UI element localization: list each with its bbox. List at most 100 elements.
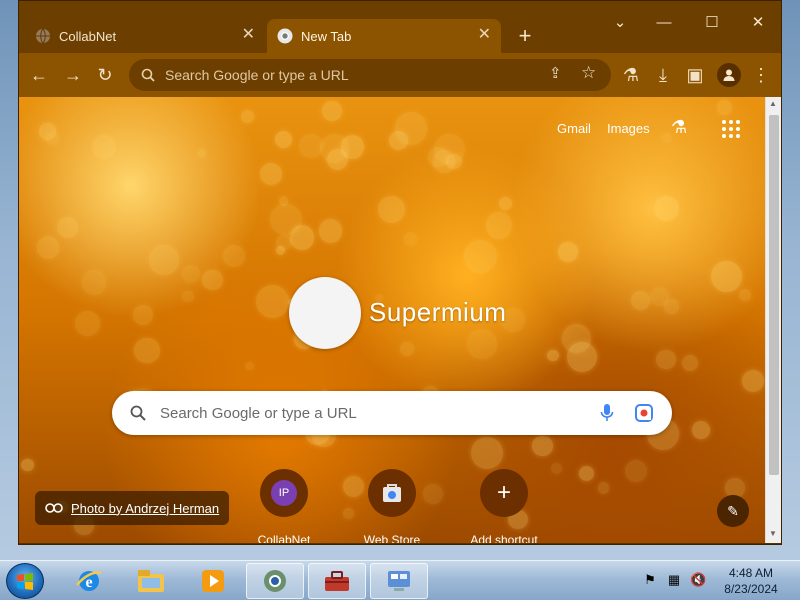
menu-icon[interactable]: ⋮: [749, 63, 773, 87]
lens-icon[interactable]: [634, 403, 654, 428]
globe-icon: [35, 28, 51, 44]
close-window-button[interactable]: ✕: [743, 11, 773, 35]
bokeh-spot: [299, 134, 324, 159]
search-icon: [130, 405, 146, 421]
bokeh-spot: [82, 270, 107, 295]
customize-pencil-icon[interactable]: ✎: [717, 495, 749, 527]
bokeh-spot: [433, 150, 456, 173]
logo-text: Supermium: [369, 297, 507, 327]
shortcut-label: CollabNet: [257, 533, 311, 543]
bokeh-spot: [741, 370, 764, 393]
link-icon: [45, 503, 63, 513]
volume-muted-icon[interactable]: 🔇: [690, 572, 706, 588]
flag-icon[interactable]: ⚑: [642, 572, 658, 588]
close-tab-icon[interactable]: ✕: [242, 27, 255, 43]
windows-logo-icon: [17, 573, 33, 590]
labs-icon[interactable]: ⚗: [671, 117, 687, 138]
bookmark-star-icon[interactable]: ☆: [581, 63, 596, 83]
tab-title: New Tab: [301, 28, 352, 44]
images-link[interactable]: Images: [607, 121, 650, 136]
omnibox[interactable]: ⇪ ☆: [129, 59, 611, 91]
bokeh-spot: [681, 354, 698, 371]
bokeh-spot: [578, 466, 594, 482]
bokeh-spot: [318, 219, 343, 243]
chrome-icon: [277, 28, 293, 44]
bokeh-spot: [36, 236, 59, 259]
bokeh-spot: [378, 195, 406, 223]
search-input[interactable]: [160, 404, 580, 422]
bokeh-spot: [289, 225, 314, 250]
forward-icon[interactable]: →: [61, 63, 85, 87]
bokeh-spot: [711, 261, 743, 293]
scroll-up-arrow-icon[interactable]: ▲: [769, 99, 777, 108]
shortcut-tile: +: [480, 469, 528, 517]
tab-search-chevron-icon[interactable]: ⌄: [605, 11, 635, 35]
new-tab-button[interactable]: +: [513, 25, 537, 49]
tab-title: CollabNet: [59, 28, 117, 44]
bokeh-spot: [319, 134, 349, 163]
bokeh-spot: [118, 167, 148, 197]
network-icon[interactable]: ▦: [666, 572, 682, 588]
bokeh-spot: [485, 212, 513, 239]
photo-credit-link[interactable]: Photo by Andrzej Herman: [35, 491, 230, 525]
bokeh-spot: [240, 109, 254, 123]
labs-icon[interactable]: ⚗: [619, 63, 643, 87]
add-shortcut-button[interactable]: + Add shortcut: [449, 469, 559, 543]
bokeh-spot: [198, 149, 207, 158]
shortcut-label: Add shortcut: [470, 533, 538, 543]
search-box[interactable]: [112, 391, 672, 435]
scrollbar[interactable]: ▲ ▼: [765, 97, 781, 543]
bokeh-spot: [471, 436, 503, 469]
apps-grid-icon[interactable]: [721, 119, 741, 144]
bokeh-spot: [133, 304, 154, 325]
bokeh-spot: [182, 290, 194, 303]
profile-icon[interactable]: [717, 63, 741, 87]
bokeh-spot: [134, 337, 160, 364]
bokeh-spot: [631, 290, 651, 311]
tab-collabnet[interactable]: CollabNet ✕: [25, 19, 265, 53]
browser-toolbar: ← → ↻ ⇪ ☆ ⚗ ⤓ ▣ ⋮: [19, 53, 781, 97]
download-icon[interactable]: ⤓: [651, 63, 675, 87]
bokeh-spot: [181, 264, 201, 284]
side-panel-icon[interactable]: ▣: [683, 63, 707, 87]
bokeh-spot: [260, 163, 283, 186]
clock[interactable]: 4:48 AM 8/23/2024: [716, 565, 786, 597]
internet-explorer-icon[interactable]: e: [60, 563, 118, 599]
toolbox-icon[interactable]: [308, 563, 366, 599]
shortcut-tile: IP: [260, 469, 308, 517]
search-icon: [141, 68, 155, 82]
bokeh-spot: [21, 458, 34, 472]
shortcut-web-store[interactable]: Web Store: [337, 469, 447, 543]
bokeh-spot: [56, 217, 78, 239]
file-explorer-icon[interactable]: [122, 563, 180, 599]
clock-date: 8/23/2024: [724, 582, 778, 596]
media-player-icon[interactable]: [184, 563, 242, 599]
browser-icon[interactable]: [246, 563, 304, 599]
scroll-down-arrow-icon[interactable]: ▼: [769, 529, 777, 538]
omnibox-input[interactable]: [165, 67, 545, 83]
bokeh-spot: [201, 269, 223, 291]
maximize-button[interactable]: ☐: [697, 11, 727, 35]
shortcut-tile: [368, 469, 416, 517]
bokeh-spot: [222, 245, 245, 268]
bokeh-spot: [400, 341, 415, 357]
gmail-link[interactable]: Gmail: [557, 121, 591, 136]
scroll-thumb[interactable]: [769, 115, 779, 475]
bokeh-spot: [321, 100, 343, 122]
shortcut-badge: IP: [271, 480, 297, 506]
control-panel-icon[interactable]: [370, 563, 428, 599]
tab-new-tab[interactable]: New Tab ✕: [267, 19, 501, 53]
back-icon[interactable]: ←: [27, 63, 51, 87]
new-tab-page: Gmail Images ⚗ Supermium IP CollabNet: [19, 97, 765, 543]
share-icon[interactable]: ⇪: [549, 64, 562, 82]
bokeh-spot: [275, 246, 286, 256]
minimize-button[interactable]: —: [649, 11, 679, 35]
reload-icon[interactable]: ↻: [93, 63, 117, 87]
microphone-icon[interactable]: [600, 403, 614, 428]
taskbar: e ⚑ ▦ 🔇 4:48 AM 8/23/2024: [0, 560, 800, 600]
bokeh-spot: [394, 112, 428, 146]
close-tab-icon[interactable]: ✕: [478, 27, 491, 43]
shortcut-collabnet[interactable]: IP CollabNet: [229, 469, 339, 543]
plus-icon: +: [496, 479, 511, 506]
start-button[interactable]: [6, 563, 44, 599]
